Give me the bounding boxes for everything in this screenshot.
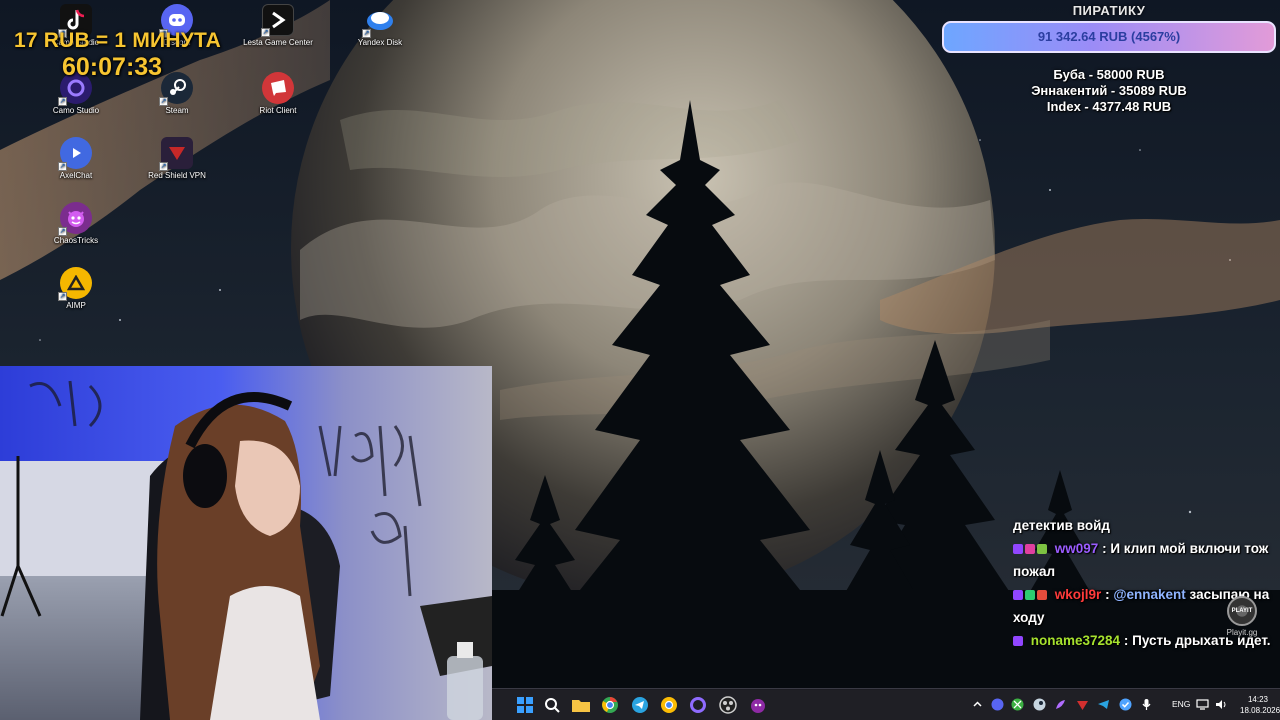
desktop-icon-label: ChaosTricks bbox=[53, 236, 99, 245]
desktop-icon-label: Riot Client bbox=[259, 106, 297, 115]
desktop-icon-label: Lesta Game Center bbox=[243, 38, 313, 47]
top-donor-entry: Index - 4377.48 RUB bbox=[1046, 99, 1172, 114]
verified-badge-icon bbox=[1025, 590, 1035, 600]
red-shield-vpn-icon: ↗ bbox=[159, 137, 193, 171]
xbox-icon[interactable] bbox=[1011, 698, 1024, 711]
desktop-icon-label: Camo Studio bbox=[52, 106, 100, 115]
feather-icon[interactable] bbox=[1054, 698, 1067, 711]
clock-date: 18.08.2026 bbox=[1240, 706, 1280, 715]
chrome-profile-icon[interactable] bbox=[658, 694, 680, 716]
playit-label: Playit.gg bbox=[1226, 628, 1258, 637]
subscriber-badge-icon bbox=[1013, 590, 1023, 600]
desktop-icon-axelchat[interactable]: ↗ AxelChat bbox=[38, 137, 114, 181]
chat-message-text: детектив войд bbox=[1013, 518, 1110, 533]
discord-tray-icon[interactable] bbox=[991, 698, 1004, 711]
search-icon[interactable] bbox=[541, 694, 563, 716]
desktop-icon-red-shield-vpn[interactable]: ↗ Red Shield VPN bbox=[139, 137, 215, 181]
taskbar: ENG 14:23 18.08.2026 bbox=[492, 688, 1280, 720]
subathon-rate-text: 17 RUB = 1 МИНУТА bbox=[14, 29, 222, 52]
desktop-icon-yandex-disk[interactable]: ↗ Yandex Disk bbox=[342, 4, 418, 48]
riot-client-icon bbox=[262, 72, 294, 104]
subscriber-badge-icon bbox=[1013, 544, 1023, 554]
desktop-icon-label: Yandex Disk bbox=[357, 38, 403, 47]
donation-goal-title: ПИРАТИКУ bbox=[1072, 3, 1146, 18]
yandex-disk-icon: ↗ bbox=[362, 4, 396, 38]
shortcut-arrow-icon: ↗ bbox=[362, 29, 371, 38]
speaker-icon[interactable] bbox=[1214, 698, 1227, 711]
top-donor-entry: Эннакентий - 35089 RUB bbox=[1031, 83, 1187, 98]
top-donor-entry: Буба - 58000 RUB bbox=[1053, 67, 1165, 82]
windows-start-icon[interactable] bbox=[514, 694, 536, 716]
telegram-icon[interactable] bbox=[629, 694, 651, 716]
chaostricks-icon[interactable] bbox=[747, 694, 769, 716]
red-shield-tray-icon[interactable] bbox=[1076, 698, 1089, 711]
shortcut-arrow-icon: ↗ bbox=[58, 227, 67, 236]
donation-goal-amount: 91 342.64 RUB (4567%) bbox=[1037, 29, 1181, 44]
playit-logo-icon: PLAYIT bbox=[1227, 596, 1257, 626]
chat-username[interactable]: noname37284 bbox=[1031, 633, 1120, 648]
gift-badge-icon bbox=[1037, 544, 1047, 554]
webcam-feed bbox=[0, 366, 492, 720]
obs-icon[interactable] bbox=[717, 694, 739, 716]
chaostricks-icon: ↗ bbox=[58, 202, 92, 236]
shortcut-arrow-icon: ↗ bbox=[159, 162, 168, 171]
desktop-icon-label: AxelChat bbox=[59, 171, 93, 180]
clock-time: 14:23 bbox=[1247, 695, 1269, 704]
chat-message: ww097 : И клип мой включи тож пожал bbox=[1008, 537, 1280, 583]
shortcut-arrow-icon: ↗ bbox=[58, 162, 67, 171]
steam-tray-icon[interactable] bbox=[1033, 698, 1046, 711]
chat-mention[interactable]: @ennakent bbox=[1113, 587, 1185, 602]
chat-separator: : bbox=[1102, 541, 1107, 556]
aimp-icon: ↗ bbox=[58, 267, 92, 301]
desktop-icon-riot-client[interactable]: Riot Client bbox=[240, 72, 316, 116]
chat-username[interactable]: wkojl9r bbox=[1055, 587, 1102, 602]
desktop-icon-aimp[interactable]: ↗ AIMP bbox=[38, 267, 114, 311]
shortcut-arrow-icon: ↗ bbox=[159, 97, 168, 106]
desktop-icon-label: Steam bbox=[165, 106, 189, 115]
telegram-tray-icon[interactable] bbox=[1097, 698, 1110, 711]
subathon-timer: 60:07:33 bbox=[62, 53, 163, 81]
monitor-icon[interactable] bbox=[1196, 698, 1209, 711]
chat-message: детектив войд bbox=[1008, 514, 1280, 537]
desktop-icon-label: AIMP bbox=[66, 301, 86, 310]
desktop-icon-lesta-game-center[interactable]: ↗ Lesta Game Center bbox=[240, 4, 316, 48]
chat-separator: : bbox=[1123, 633, 1129, 648]
playit-widget[interactable]: PLAYIT Playit.gg bbox=[1224, 596, 1260, 637]
desktop-icon-chaostricks[interactable]: ↗ ChaosTricks bbox=[38, 202, 114, 246]
language-indicator[interactable]: ENG bbox=[1172, 699, 1190, 709]
donation-goal-progress-bar: 91 342.64 RUB (4567%) bbox=[942, 21, 1276, 53]
shortcut-arrow-icon: ↗ bbox=[58, 97, 67, 106]
chat-username[interactable]: ww097 bbox=[1055, 541, 1099, 556]
microphone-icon[interactable] bbox=[1140, 698, 1153, 711]
steam-icon: ↗ bbox=[159, 72, 193, 106]
desktop-icon-label: Red Shield VPN bbox=[148, 171, 206, 180]
top-donors-list: Буба - 58000 RUB Эннакентий - 35089 RUB … bbox=[942, 67, 1276, 115]
shortcut-arrow-icon: ↗ bbox=[58, 292, 67, 301]
check-shield-icon[interactable] bbox=[1119, 698, 1132, 711]
chrome-icon[interactable] bbox=[599, 694, 621, 716]
chevron-up-icon[interactable] bbox=[971, 698, 984, 711]
heart-badge-icon bbox=[1037, 590, 1047, 600]
chat-separator: : bbox=[1105, 587, 1110, 602]
camo-icon[interactable] bbox=[687, 694, 709, 716]
shortcut-arrow-icon: ↗ bbox=[261, 28, 270, 37]
lesta-game-center-icon: ↗ bbox=[261, 4, 294, 37]
system-clock[interactable]: 14:23 18.08.2026 bbox=[1240, 694, 1280, 716]
file-explorer-icon[interactable] bbox=[570, 694, 592, 716]
axelchat-icon: ↗ bbox=[58, 137, 92, 171]
chat-message-text: И клип мой включи тож пожал bbox=[1013, 541, 1269, 579]
heart-badge-icon bbox=[1025, 544, 1035, 554]
subscriber-badge-icon bbox=[1013, 636, 1023, 646]
